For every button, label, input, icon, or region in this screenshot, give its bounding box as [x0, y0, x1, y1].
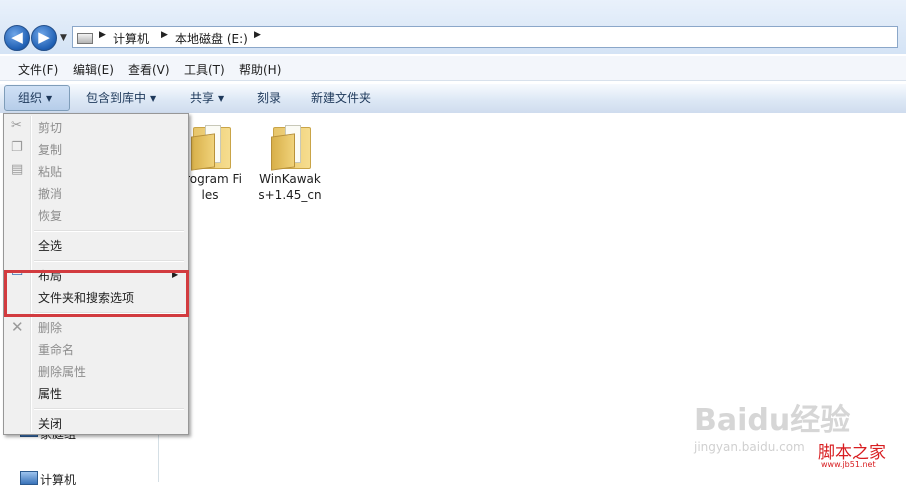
forward-arrow-icon[interactable]: ▶: [31, 25, 57, 51]
menu-item-close[interactable]: 关闭: [38, 415, 62, 432]
address-box[interactable]: ▶ 计算机 ▶ 本地磁盘 (E:) ▶: [72, 26, 898, 48]
menu-tools[interactable]: 工具(T): [184, 61, 225, 78]
highlight-box: [4, 270, 189, 317]
menu-item-undo[interactable]: 撤消: [38, 185, 62, 202]
menu-separator: [34, 260, 184, 262]
organize-button[interactable]: 组织 ▼: [4, 85, 70, 111]
baidu-watermark-url: jingyan.baidu.com: [694, 440, 805, 454]
chevron-right-icon[interactable]: ▶: [254, 30, 261, 40]
site-watermark-url: www.jb51.net: [821, 460, 876, 469]
new-folder-button[interactable]: 新建文件夹: [311, 84, 371, 112]
menu-separator: [34, 408, 184, 410]
chevron-down-icon: ▼: [46, 94, 53, 103]
baidu-watermark-text: Baidu经验: [694, 403, 851, 438]
share-button[interactable]: 共享 ▼: [190, 84, 224, 112]
back-arrow-icon[interactable]: ◀: [4, 25, 30, 51]
menu-item-redo[interactable]: 恢复: [38, 207, 62, 224]
menu-item-rename[interactable]: 重命名: [38, 341, 74, 358]
chevron-down-icon: ▼: [218, 94, 225, 103]
baidu-watermark: Baidu经验: [694, 395, 850, 439]
folder-icon: [191, 123, 231, 171]
copy-icon: ❐: [11, 140, 23, 155]
menu-separator: [34, 230, 184, 232]
command-bar: 组织 ▼ 包含到库中 ▼ 共享 ▼ 刻录 新建文件夹: [0, 84, 906, 114]
file-list: Program Files WinKawaks+1.45_cn Baidu经验 …: [159, 113, 906, 482]
menu-item-paste[interactable]: 粘贴: [38, 163, 62, 180]
chevron-right-icon[interactable]: ▶: [99, 30, 106, 40]
computer-icon: [20, 471, 38, 485]
menu-item-copy[interactable]: 复制: [38, 141, 62, 158]
menu-item-delete[interactable]: 删除: [38, 319, 62, 336]
share-label: 共享: [190, 91, 215, 105]
scissors-icon: ✂: [11, 118, 22, 133]
burn-button[interactable]: 刻录: [257, 84, 281, 112]
breadcrumb-computer[interactable]: 计算机: [113, 30, 149, 47]
include-library-button[interactable]: 包含到库中 ▼: [86, 84, 156, 112]
folder-name: WinKawaks+1.45_cn: [258, 172, 322, 202]
history-dropdown-icon[interactable]: ▼: [60, 33, 67, 43]
nav-computer[interactable]: 计算机: [40, 471, 76, 488]
paste-icon: ▤: [11, 162, 24, 177]
address-bar: ◀ ▶ ▼ ▶ 计算机 ▶ 本地磁盘 (E:) ▶: [0, 0, 906, 54]
breadcrumb-drive[interactable]: 本地磁盘 (E:): [175, 30, 248, 47]
organize-label: 组织: [18, 91, 43, 105]
menu-item-remove-properties[interactable]: 删除属性: [38, 363, 86, 380]
folder-item[interactable]: WinKawaks+1.45_cn: [258, 123, 322, 203]
menu-item-select-all[interactable]: 全选: [38, 237, 62, 254]
drive-icon: [77, 33, 93, 44]
folder-icon: [271, 123, 311, 171]
menu-help[interactable]: 帮助(H): [239, 61, 281, 78]
menu-item-properties[interactable]: 属性: [38, 385, 62, 402]
menu-view[interactable]: 查看(V): [128, 61, 170, 78]
include-library-label: 包含到库中: [86, 91, 147, 105]
menu-item-cut[interactable]: 剪切: [38, 119, 62, 136]
menu-file[interactable]: 文件(F): [18, 61, 58, 78]
chevron-right-icon[interactable]: ▶: [161, 30, 168, 40]
chevron-down-icon: ▼: [150, 94, 157, 103]
menu-bar: 文件(F) 编辑(E) 查看(V) 工具(T) 帮助(H): [0, 56, 906, 81]
menu-edit[interactable]: 编辑(E): [73, 61, 114, 78]
delete-icon: ✕: [11, 318, 24, 336]
